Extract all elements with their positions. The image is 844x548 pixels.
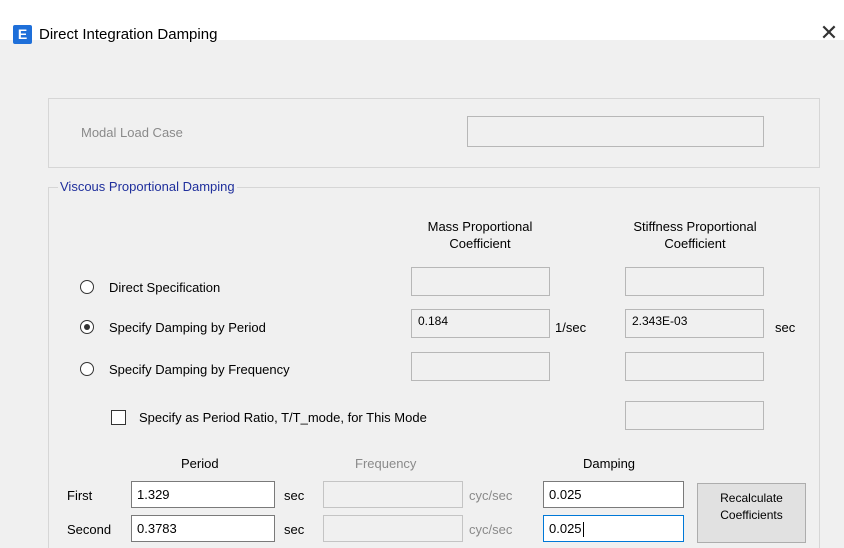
close-icon[interactable]: ✕ xyxy=(815,20,843,46)
radio-selected-dot xyxy=(84,324,90,330)
period-ratio-checkbox[interactable] xyxy=(111,410,126,425)
modal-load-case-field xyxy=(467,116,764,147)
first-frequency-unit: cyc/sec xyxy=(469,488,513,503)
frequency-column-header: Frequency xyxy=(355,456,417,471)
period-ratio-label[interactable]: Specify as Period Ratio, T/T_mode, for T… xyxy=(139,410,427,425)
second-damping-value: 0.025 xyxy=(549,521,582,536)
second-frequency-unit: cyc/sec xyxy=(469,522,513,537)
first-frequency-input xyxy=(323,481,463,508)
stiffness-coefficient-header: Stiffness Proportional Coefficient xyxy=(633,219,757,251)
second-row-label: Second xyxy=(67,522,112,537)
first-row-label: First xyxy=(67,488,93,503)
frequency-mass-field xyxy=(411,352,550,381)
second-period-unit: sec xyxy=(284,522,305,537)
first-period-input[interactable]: 1.329 xyxy=(131,481,275,508)
window-title: Direct Integration Damping xyxy=(39,26,218,43)
modal-load-case-label: Modal Load Case xyxy=(81,125,183,140)
period-stiffness-field: 2.343E-03 xyxy=(625,309,764,338)
stiffness-unit-label: sec xyxy=(775,320,796,335)
second-damping-input[interactable]: 0.025 xyxy=(543,515,684,542)
recalculate-coefficients-button[interactable]: Recalculate Coefficients xyxy=(697,483,806,543)
damping-by-frequency-radio[interactable] xyxy=(80,362,94,376)
mass-coefficient-header: Mass Proportional Coefficient xyxy=(427,219,533,251)
direct-specification-radio[interactable] xyxy=(80,280,94,294)
viscous-damping-legend: Viscous Proportional Damping xyxy=(58,179,237,194)
second-frequency-input xyxy=(323,515,463,542)
first-period-unit: sec xyxy=(284,488,305,503)
first-damping-input[interactable]: 0.025 xyxy=(543,481,684,508)
damping-column-header: Damping xyxy=(583,456,636,471)
second-period-input[interactable]: 0.3783 xyxy=(131,515,275,542)
text-caret xyxy=(582,522,584,538)
mass-unit-label: 1/sec xyxy=(555,320,587,335)
direct-specification-label[interactable]: Direct Specification xyxy=(109,280,220,295)
period-mass-field: 0.184 xyxy=(411,309,550,338)
frequency-stiffness-field xyxy=(625,352,764,381)
app-logo-icon: E xyxy=(13,25,32,44)
period-column-header: Period xyxy=(181,456,219,471)
damping-by-period-label[interactable]: Specify Damping by Period xyxy=(109,320,266,335)
direct-mass-field xyxy=(411,267,550,296)
period-ratio-field xyxy=(625,401,764,430)
damping-by-frequency-label[interactable]: Specify Damping by Frequency xyxy=(109,362,290,377)
direct-stiffness-field xyxy=(625,267,764,296)
title-bar: E Direct Integration Damping ✕ xyxy=(0,0,844,45)
damping-by-period-radio[interactable] xyxy=(80,320,94,334)
